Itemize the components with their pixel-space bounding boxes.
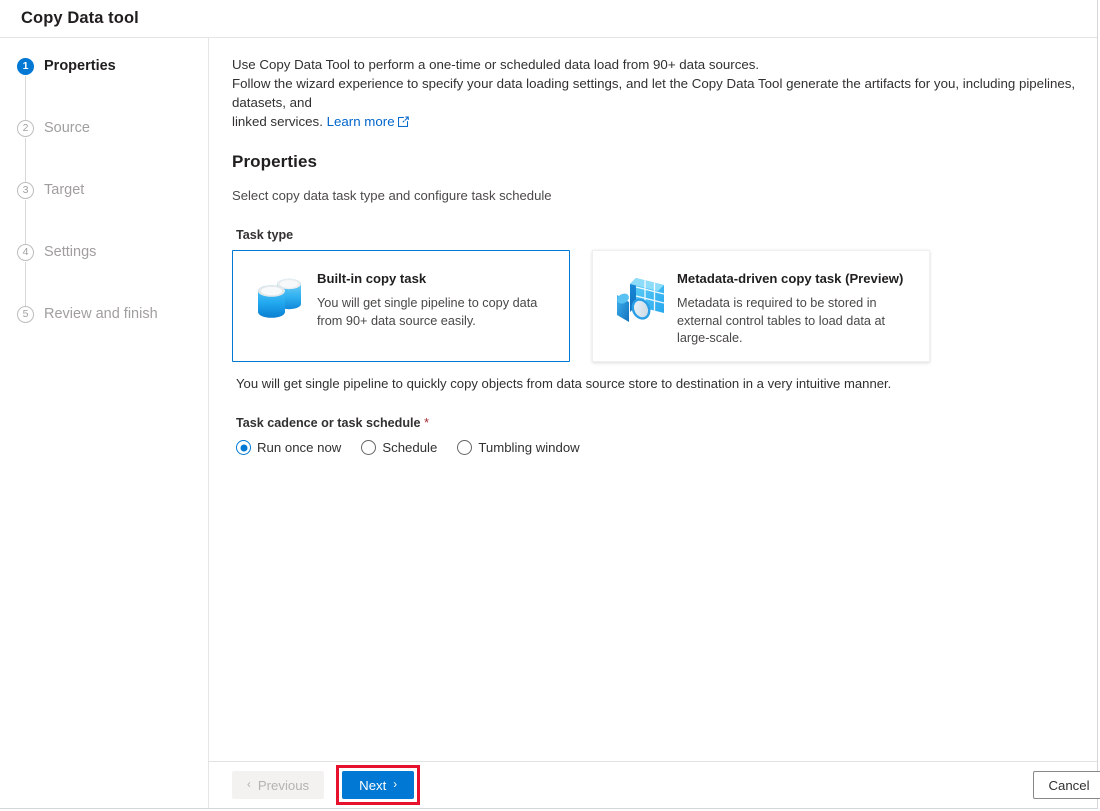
- step-number-badge: 2: [17, 120, 34, 137]
- page-title: Properties: [232, 152, 318, 171]
- radio-indicator: [361, 440, 377, 455]
- step-number-badge: 5: [17, 306, 34, 323]
- step-connector-line: [25, 200, 26, 246]
- radio-indicator: [457, 440, 473, 455]
- previous-button-label: Previous: [257, 777, 310, 793]
- sidebar-step-source[interactable]: 2 Source: [17, 118, 208, 184]
- step-label: Properties: [44, 58, 116, 74]
- wizard-step-list: 1 Properties 2 Source 3 Target 4 Setting: [0, 56, 208, 334]
- sidebar-step-review-and-finish[interactable]: 5 Review and finish: [17, 304, 208, 334]
- previous-button[interactable]: ‹ Previous: [232, 771, 325, 799]
- intro-line-1: Use Copy Data Tool to perform a one-time…: [232, 57, 760, 72]
- next-button-highlight-wrap: Next ›: [336, 765, 421, 805]
- step-connector-line: [25, 138, 26, 184]
- wizard-sidebar: 1 Properties 2 Source 3 Target 4 Setting: [0, 38, 209, 808]
- radio-label: Run once now: [257, 440, 342, 455]
- radio-label: Tumbling window: [478, 440, 580, 455]
- dialog-titlebar: Copy Data tool: [0, 0, 1097, 38]
- external-link-icon: [397, 113, 409, 132]
- chevron-right-icon: ›: [393, 779, 398, 791]
- intro-line-2: Follow the wizard experience to specify …: [232, 76, 1076, 110]
- sidebar-step-target[interactable]: 3 Target: [17, 180, 208, 246]
- cancel-button-wrap: Cancel: [1033, 771, 1100, 799]
- task-type-label: Task type: [236, 228, 294, 242]
- step-number-badge: 1: [17, 58, 34, 75]
- next-button-label: Next: [359, 777, 387, 793]
- step-number-badge: 3: [17, 182, 34, 199]
- task-cadence-radio-group: Run once now Schedule Tumbling window: [236, 440, 1097, 455]
- radio-indicator: [236, 440, 251, 455]
- task-type-note: You will get single pipeline to quickly …: [236, 376, 892, 391]
- step-number-badge: 4: [17, 244, 34, 261]
- task-type-card-group: Built-in copy task You will get single p…: [232, 250, 1097, 362]
- sidebar-step-settings[interactable]: 4 Settings: [17, 242, 208, 308]
- wizard-footer: ‹ Previous Next › Cancel: [209, 761, 1100, 808]
- sidebar-step-properties[interactable]: 1 Properties: [17, 56, 208, 122]
- radio-schedule[interactable]: Schedule: [361, 440, 437, 455]
- radio-label: Schedule: [382, 440, 438, 455]
- cancel-button[interactable]: Cancel: [1033, 771, 1100, 799]
- card-title: Built-in copy task: [317, 271, 427, 286]
- dialog-body: 1 Properties 2 Source 3 Target 4 Setting: [0, 38, 1100, 808]
- learn-more-link[interactable]: Learn more: [327, 114, 395, 129]
- content-scroll-area: Use Copy Data Tool to perform a one-time…: [209, 38, 1097, 761]
- radio-run-once-now[interactable]: Run once now: [236, 440, 341, 455]
- cancel-button-label: Cancel: [1048, 777, 1090, 793]
- task-type-card-metadata-driven-copy-task[interactable]: Metadata-driven copy task (Preview) Meta…: [592, 250, 930, 362]
- page-subtitle: Select copy data task type and configure…: [232, 188, 552, 203]
- card-title: Metadata-driven copy task (Preview): [677, 271, 904, 286]
- task-cadence-label-text: Task cadence or task schedule: [236, 416, 421, 430]
- dialog-title: Copy Data tool: [21, 9, 139, 27]
- card-text-block: Built-in copy task You will get single p…: [317, 269, 555, 330]
- database-cylinders-icon: [251, 271, 309, 329]
- task-cadence-label: Task cadence or task schedule *: [236, 416, 1097, 430]
- step-label: Source: [44, 120, 90, 136]
- metadata-table-magnifier-icon: [611, 271, 669, 329]
- step-label: Settings: [44, 244, 97, 260]
- learn-more-label: Learn more: [326, 114, 395, 129]
- step-label: Target: [44, 182, 85, 198]
- step-label: Review and finish: [44, 306, 158, 322]
- radio-tumbling-window[interactable]: Tumbling window: [457, 440, 580, 455]
- chevron-left-icon: ‹: [247, 779, 251, 791]
- card-description: You will get single pipeline to copy dat…: [317, 296, 538, 328]
- next-button[interactable]: Next ›: [342, 771, 415, 799]
- card-description: Metadata is required to be stored in ext…: [677, 296, 886, 345]
- card-text-block: Metadata-driven copy task (Preview) Meta…: [677, 269, 915, 348]
- task-type-card-built-in-copy-task[interactable]: Built-in copy task You will get single p…: [232, 250, 570, 362]
- intro-line-3: linked services. Learn more: [232, 112, 1087, 132]
- wizard-content: Use Copy Data Tool to perform a one-time…: [209, 38, 1100, 808]
- copy-data-tool-dialog: Copy Data tool 1 Properties 2 Source 3 T…: [0, 0, 1100, 809]
- step-connector-line: [25, 262, 26, 308]
- required-marker: *: [424, 416, 429, 430]
- intro-paragraph: Use Copy Data Tool to perform a one-time…: [232, 55, 1087, 132]
- step-connector-line: [25, 76, 26, 122]
- intro-line-3-prefix: linked services.: [232, 114, 323, 129]
